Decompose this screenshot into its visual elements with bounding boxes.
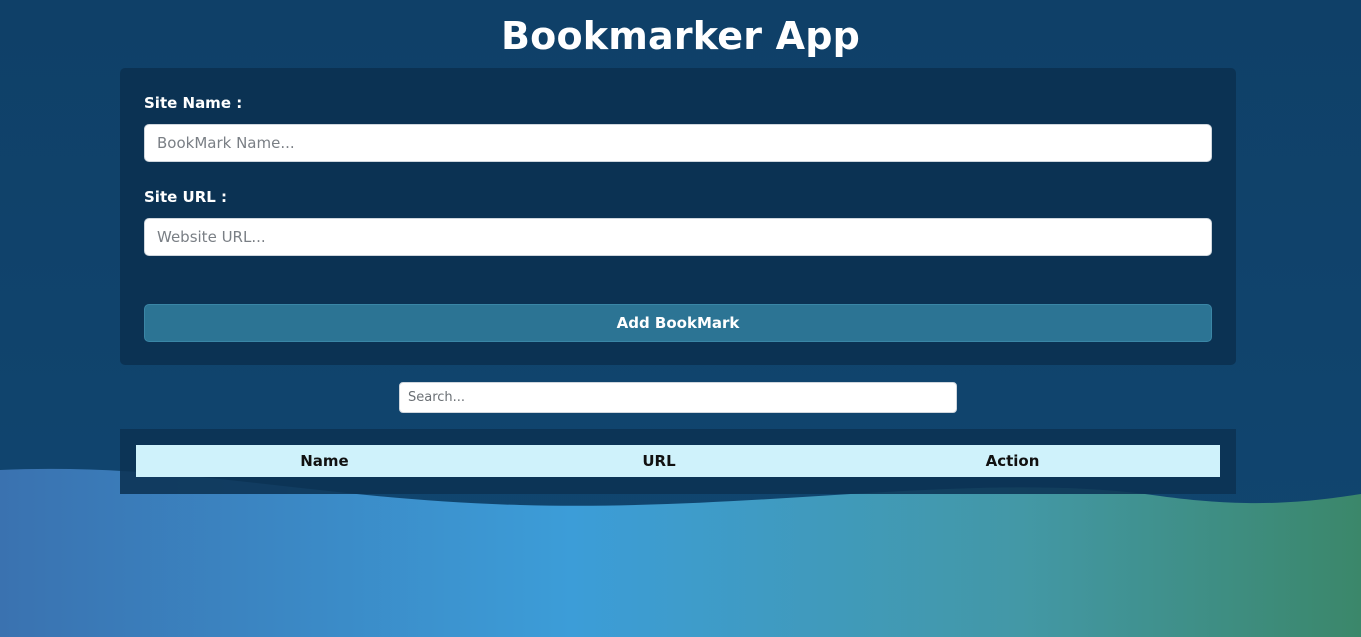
column-header-name: Name bbox=[136, 445, 513, 477]
column-header-url: URL bbox=[513, 445, 805, 477]
table-header-row: Name URL Action bbox=[136, 445, 1220, 477]
page: Bookmarker App Site Name : Site URL : Ad… bbox=[0, 0, 1361, 637]
site-name-input[interactable] bbox=[144, 124, 1212, 162]
site-url-input[interactable] bbox=[144, 218, 1212, 256]
bookmark-form-panel: Site Name : Site URL : Add BookMark bbox=[120, 68, 1236, 365]
app-title: Bookmarker App bbox=[500, 14, 861, 58]
column-header-action: Action bbox=[805, 445, 1220, 477]
search-input[interactable] bbox=[399, 382, 957, 413]
site-url-label: Site URL : bbox=[144, 188, 228, 206]
site-name-label: Site Name : bbox=[144, 94, 243, 112]
bookmarks-table-panel: Name URL Action bbox=[120, 429, 1236, 494]
bookmarks-table: Name URL Action bbox=[136, 445, 1220, 477]
add-bookmark-button[interactable]: Add BookMark bbox=[144, 304, 1212, 342]
